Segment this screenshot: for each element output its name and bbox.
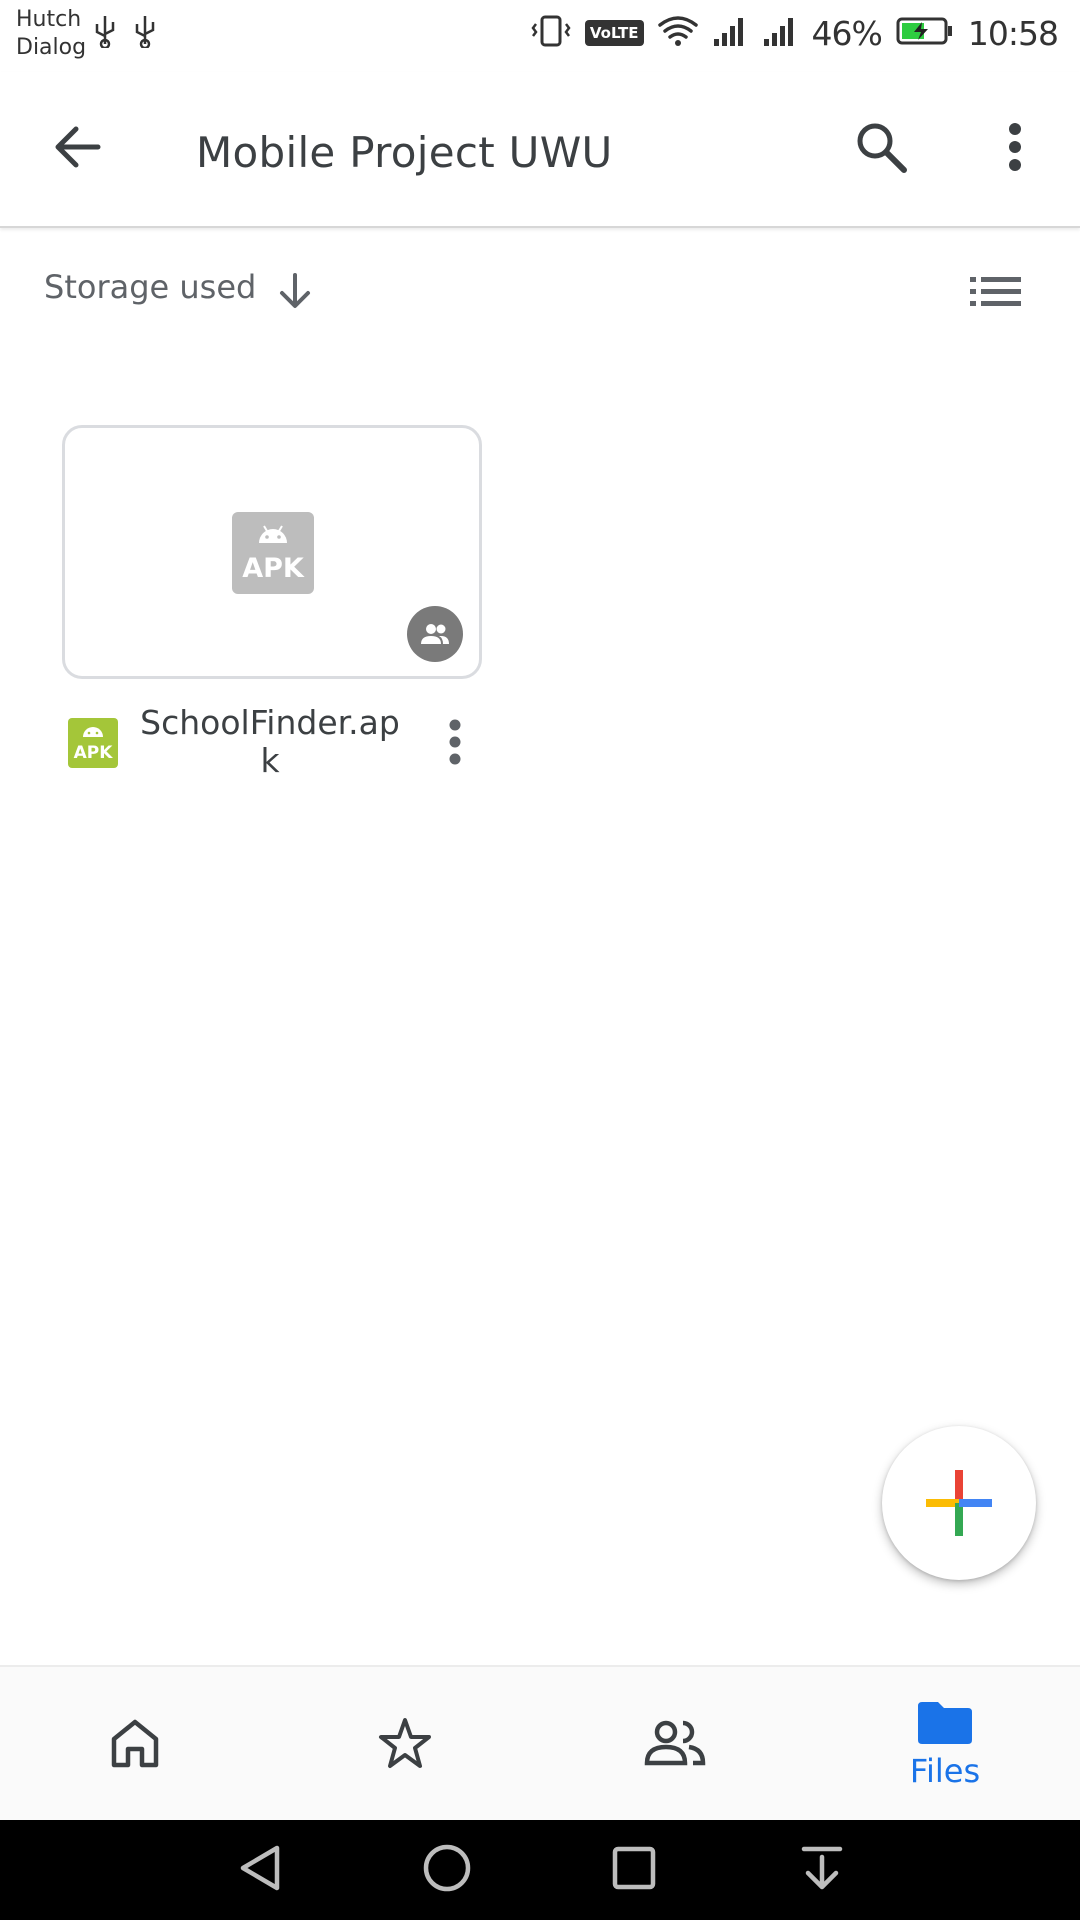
file-type-label: APK (73, 743, 113, 763)
shared-badge (407, 606, 463, 662)
usb-icon (132, 14, 158, 52)
carrier-info: Hutch Dialog (16, 6, 86, 62)
clock: 10:58 (967, 13, 1059, 53)
search-button[interactable] (846, 114, 916, 184)
signal-icon (762, 15, 798, 51)
bottom-navigation: Files (0, 1665, 1080, 1822)
volte-badge: VoLTE (584, 20, 644, 46)
home-icon (110, 1717, 160, 1773)
system-navigation-bar (0, 1820, 1080, 1920)
status-indicators: VoLTE 46% 10:58 (531, 12, 1059, 54)
sort-direction-button[interactable] (278, 272, 312, 314)
battery-icon (896, 16, 954, 50)
carrier-name-1: Hutch (16, 7, 82, 32)
signal-icon (712, 15, 748, 51)
triangle-back-icon (237, 1844, 283, 1896)
people-icon (421, 624, 449, 644)
search-icon (854, 120, 908, 178)
apk-thumbnail: APK (232, 512, 314, 594)
file-card-thumbnail[interactable]: APK (62, 425, 482, 679)
list-view-icon (968, 277, 1024, 316)
new-item-fab[interactable] (882, 1426, 1036, 1580)
apk-file-type-icon: APK (68, 718, 118, 768)
nav-home[interactable] (0, 1667, 270, 1822)
arrow-down-icon (278, 273, 312, 314)
more-options-button[interactable] (980, 114, 1050, 184)
folder-icon (916, 1700, 974, 1750)
plus-icon (926, 1470, 992, 1536)
battery-percent: 46% (811, 13, 883, 53)
usb-icon (92, 14, 118, 52)
file-more-button[interactable] (440, 714, 470, 774)
more-vert-icon (448, 719, 462, 769)
star-icon (377, 1716, 433, 1774)
system-home-button[interactable] (415, 1838, 479, 1902)
arrow-back-icon (52, 124, 102, 174)
apk-thumb-label: APK (242, 553, 304, 584)
android-icon (83, 727, 103, 737)
circle-home-icon (422, 1843, 472, 1897)
system-recents-button[interactable] (602, 1838, 666, 1902)
back-button[interactable] (42, 114, 112, 184)
file-name[interactable]: SchoolFinder.apk (140, 704, 400, 780)
nav-shared[interactable] (540, 1667, 810, 1822)
wifi-icon (657, 15, 698, 51)
nav-files-label: Files (909, 1751, 981, 1790)
status-bar: Hutch Dialog VoLTE 46% 10:58 (0, 0, 1080, 72)
app-bar: Mobile Project UWU (0, 72, 1080, 228)
more-vert-icon (1007, 123, 1023, 175)
sort-label[interactable]: Storage used (44, 268, 256, 306)
nav-starred[interactable] (270, 1667, 540, 1822)
android-icon (259, 525, 287, 543)
vibrate-icon (531, 14, 571, 52)
notification-shade-button[interactable] (790, 1838, 854, 1902)
carrier-name-2: Dialog (16, 35, 87, 60)
pull-down-icon (800, 1845, 844, 1895)
square-recents-icon (611, 1845, 657, 1895)
nav-files[interactable]: Files (810, 1667, 1080, 1822)
system-back-button[interactable] (228, 1838, 292, 1902)
shared-people-icon (643, 1719, 707, 1771)
view-toggle-button[interactable] (968, 272, 1024, 316)
page-title: Mobile Project UWU (196, 128, 613, 177)
